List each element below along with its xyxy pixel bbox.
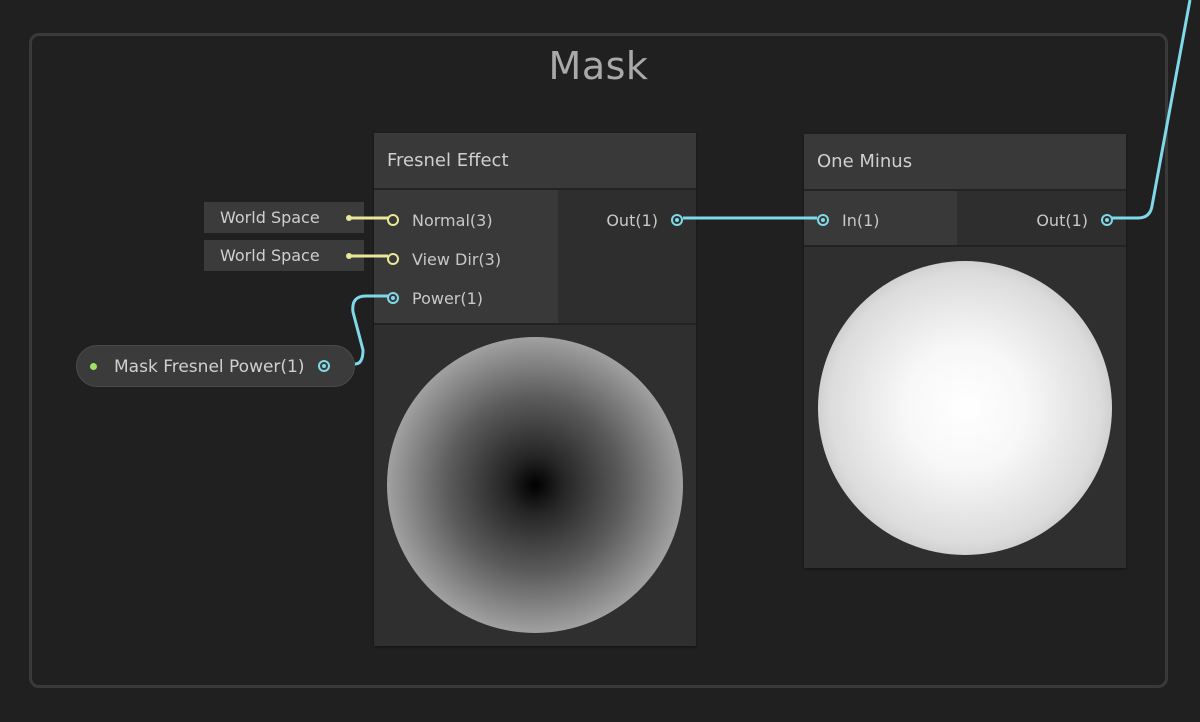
in-input-row[interactable]: In(1) bbox=[817, 208, 880, 232]
fresnel-inputs: Normal(3) View Dir(3) Power(1) bbox=[374, 190, 558, 323]
in-input-label: In(1) bbox=[842, 210, 880, 230]
one-minus-node[interactable]: One Minus In(1) Out(1) bbox=[804, 134, 1126, 568]
fresnel-effect-node[interactable]: Fresnel Effect Normal(3) View Dir(3) Pow… bbox=[374, 133, 696, 646]
view-dir-space-value: World Space bbox=[220, 246, 320, 265]
power-input-port-icon[interactable] bbox=[387, 292, 399, 304]
view-dir-input-label: View Dir(3) bbox=[412, 249, 502, 269]
in-input-port-icon[interactable] bbox=[817, 214, 829, 226]
view-dir-input-row[interactable]: View Dir(3) bbox=[387, 247, 501, 271]
normal-space-slot[interactable]: World Space bbox=[204, 202, 364, 233]
one-minus-output-row[interactable]: Out(1) bbox=[1036, 208, 1113, 232]
one-minus-preview bbox=[804, 245, 1126, 568]
fresnel-outputs: Out(1) bbox=[558, 190, 696, 323]
fresnel-node-title[interactable]: Fresnel Effect bbox=[374, 133, 696, 190]
property-output-port-icon[interactable] bbox=[318, 360, 330, 372]
view-dir-input-port-icon[interactable] bbox=[387, 253, 399, 265]
view-dir-space-port-icon[interactable] bbox=[346, 253, 352, 259]
property-label: Mask Fresnel Power(1) bbox=[114, 357, 305, 377]
one-minus-output-label: Out(1) bbox=[1036, 210, 1088, 230]
power-input-label: Power(1) bbox=[412, 288, 484, 308]
fresnel-output-row[interactable]: Out(1) bbox=[606, 208, 683, 232]
fresnel-output-label: Out(1) bbox=[606, 210, 658, 230]
normal-input-port-icon[interactable] bbox=[387, 214, 399, 226]
normal-space-port-icon[interactable] bbox=[346, 215, 352, 221]
one-minus-output-port-icon[interactable] bbox=[1101, 214, 1113, 226]
normal-input-row[interactable]: Normal(3) bbox=[387, 208, 493, 232]
one-minus-node-title[interactable]: One Minus bbox=[804, 134, 1126, 191]
one-minus-inputs: In(1) bbox=[804, 191, 957, 245]
power-input-row[interactable]: Power(1) bbox=[387, 286, 483, 310]
fresnel-preview-sphere bbox=[387, 337, 683, 633]
property-exposed-dot-icon bbox=[90, 363, 97, 370]
one-minus-outputs: Out(1) bbox=[957, 191, 1126, 245]
fresnel-preview bbox=[374, 323, 696, 646]
one-minus-preview-sphere bbox=[818, 261, 1112, 555]
view-dir-space-slot[interactable]: World Space bbox=[204, 240, 364, 271]
group-title[interactable]: Mask bbox=[32, 44, 1165, 88]
mask-fresnel-power-property[interactable]: Mask Fresnel Power(1) bbox=[76, 345, 355, 387]
normal-space-value: World Space bbox=[220, 208, 320, 227]
fresnel-output-port-icon[interactable] bbox=[671, 214, 683, 226]
normal-input-label: Normal(3) bbox=[412, 210, 493, 230]
